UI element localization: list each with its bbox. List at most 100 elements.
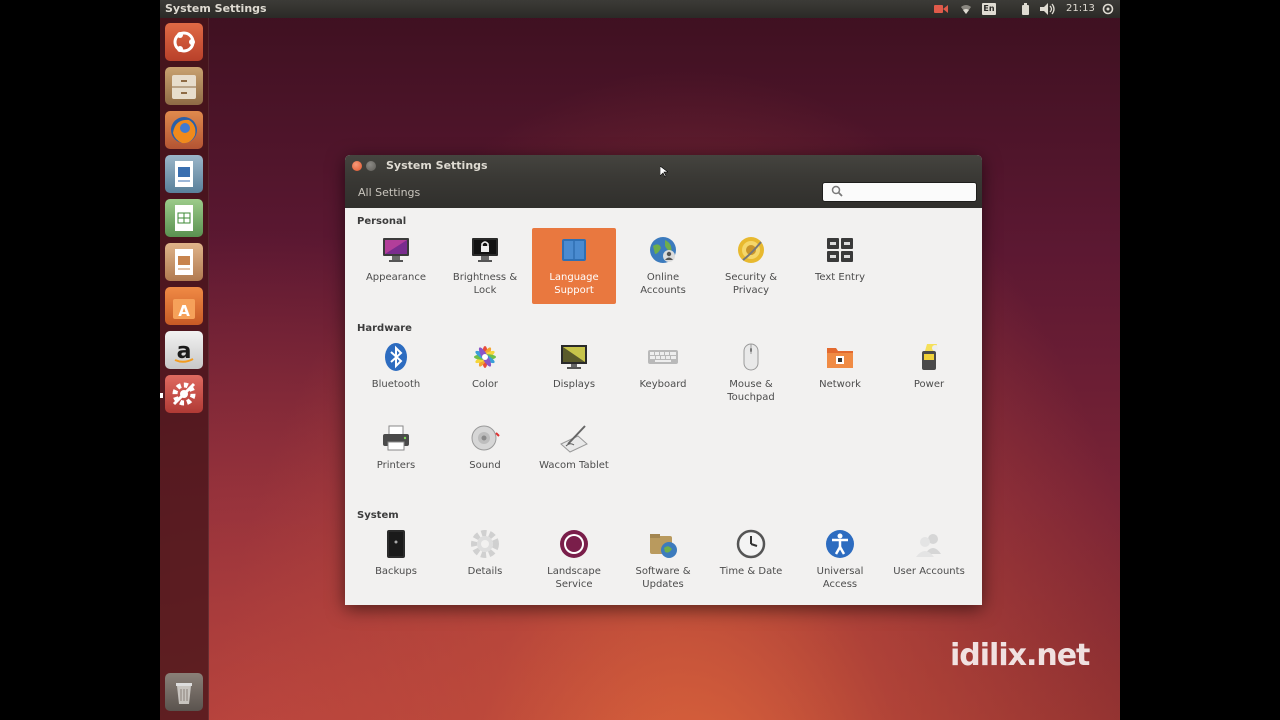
item-software-updates[interactable]: Software & Updates — [621, 522, 705, 598]
amazon-icon: a — [174, 339, 194, 364]
online-accounts-globe-icon — [650, 237, 676, 263]
shopping-bag-icon: A — [173, 299, 195, 320]
settings-panel: Personal Appearance Brightness & Lock Lan… — [345, 208, 982, 605]
item-label: Details — [467, 566, 503, 577]
brightness-lock-icon — [472, 238, 498, 262]
all-settings-button[interactable]: All Settings — [358, 186, 420, 199]
item-wacom-tablet[interactable]: Wacom Tablet — [532, 416, 616, 492]
item-security-privacy[interactable]: Security & Privacy — [709, 228, 793, 304]
launcher-dash-button[interactable] — [165, 23, 203, 61]
keyboard-layout-indicator[interactable]: En — [982, 3, 996, 15]
window-minimize-button[interactable] — [366, 161, 376, 171]
search-field[interactable] — [822, 182, 977, 202]
item-label: Wacom Tablet — [539, 460, 609, 471]
wifi-icon[interactable] — [960, 3, 972, 15]
bluetooth-icon — [385, 343, 407, 371]
item-bluetooth[interactable]: Bluetooth — [354, 335, 438, 411]
item-label: Software & Updates — [635, 566, 691, 590]
launcher-impress-button[interactable] — [165, 243, 203, 281]
launcher-calc-button[interactable] — [165, 199, 203, 237]
section-title-personal: Personal — [357, 216, 407, 227]
software-updates-icon — [650, 534, 677, 558]
item-brightness-lock[interactable]: Brightness & Lock — [443, 228, 527, 304]
power-gear-icon[interactable] — [1102, 3, 1114, 15]
item-label: Network — [819, 379, 861, 390]
window-title: System Settings — [386, 159, 488, 172]
item-user-accounts[interactable]: User Accounts — [887, 522, 971, 598]
security-privacy-icon — [738, 237, 764, 263]
item-online-accounts[interactable]: Online Accounts — [621, 228, 705, 304]
item-label: Bluetooth — [371, 379, 421, 390]
sound-speaker-icon — [471, 425, 500, 451]
presentation-icon — [175, 249, 193, 275]
launcher-system-settings-button[interactable] — [165, 375, 203, 413]
battery-icon[interactable] — [1022, 3, 1029, 15]
clock[interactable]: 21:13 — [1066, 3, 1095, 14]
video-camera-icon[interactable] — [934, 3, 948, 15]
item-label: Text Entry — [814, 272, 865, 283]
printer-icon — [383, 425, 409, 451]
section-title-system: System — [357, 510, 399, 521]
item-printers[interactable]: Printers — [354, 416, 438, 492]
launcher-software-center-button[interactable]: A — [165, 287, 203, 325]
search-icon — [831, 185, 843, 197]
landscape-icon — [560, 530, 588, 558]
item-sound[interactable]: Sound — [443, 416, 527, 492]
item-appearance[interactable]: Appearance — [354, 228, 438, 304]
item-label: User Accounts — [893, 566, 965, 577]
window-close-button[interactable] — [352, 161, 362, 171]
item-label: Brightness & Lock — [452, 272, 518, 296]
details-gear-icon — [471, 530, 499, 558]
trash-icon — [176, 683, 192, 704]
wacom-tablet-icon — [560, 425, 588, 453]
item-network[interactable]: Network — [798, 335, 882, 411]
item-color[interactable]: Color — [443, 335, 527, 411]
item-label: Sound — [469, 460, 501, 471]
spreadsheet-icon — [175, 205, 193, 231]
item-label: Mouse & Touchpad — [727, 379, 775, 403]
search-input[interactable] — [849, 184, 973, 201]
item-details[interactable]: Details — [443, 522, 527, 598]
item-landscape-service[interactable]: Landscape Service — [532, 522, 616, 598]
item-time-date[interactable]: Time & Date — [709, 522, 793, 598]
section-title-hardware: Hardware — [357, 323, 412, 334]
item-language-support[interactable]: Language Support — [532, 228, 616, 304]
item-label: Landscape Service — [547, 566, 601, 590]
item-label: Security & Privacy — [724, 272, 778, 296]
backups-safe-icon — [387, 530, 405, 558]
item-mouse-touchpad[interactable]: Mouse & Touchpad — [709, 335, 793, 411]
item-displays[interactable]: Displays — [532, 335, 616, 411]
item-label: Displays — [552, 379, 596, 390]
launcher-trash-button[interactable] — [165, 673, 203, 711]
file-cabinet-icon — [172, 75, 196, 99]
item-label: Power — [913, 379, 945, 390]
item-label: Language Support — [549, 272, 599, 296]
displays-monitor-icon — [561, 345, 587, 369]
active-app-title: System Settings — [165, 2, 267, 15]
item-label: Appearance — [365, 272, 427, 283]
launcher-firefox-button[interactable] — [165, 111, 203, 149]
launcher-files-button[interactable] — [165, 67, 203, 105]
watermark-text: idilix.net — [950, 638, 1090, 673]
keyboard-icon — [648, 350, 678, 364]
volume-icon[interactable] — [1040, 3, 1056, 15]
document-writer-icon — [175, 161, 193, 187]
appearance-icon — [383, 238, 409, 262]
item-label: Time & Date — [719, 566, 783, 577]
item-text-entry[interactable]: Text Entry — [798, 228, 882, 304]
top-panel: System Settings En 21:13 — [160, 0, 1120, 18]
item-universal-access[interactable]: Universal Access — [798, 522, 882, 598]
item-backups[interactable]: Backups — [354, 522, 438, 598]
item-label: Backups — [375, 566, 417, 577]
item-label: Color — [471, 379, 499, 390]
mouse-pointer-icon — [660, 166, 668, 178]
launcher-amazon-button[interactable]: a — [165, 331, 203, 369]
launcher: A a — [160, 18, 209, 720]
power-battery-icon — [922, 344, 938, 370]
system-settings-window: System Settings All Settings Personal Ap… — [345, 155, 982, 605]
item-label: Keyboard — [639, 379, 687, 390]
launcher-writer-button[interactable] — [165, 155, 203, 193]
item-power[interactable]: Power — [887, 335, 971, 411]
user-accounts-icon — [916, 534, 941, 557]
item-keyboard[interactable]: Keyboard — [621, 335, 705, 411]
